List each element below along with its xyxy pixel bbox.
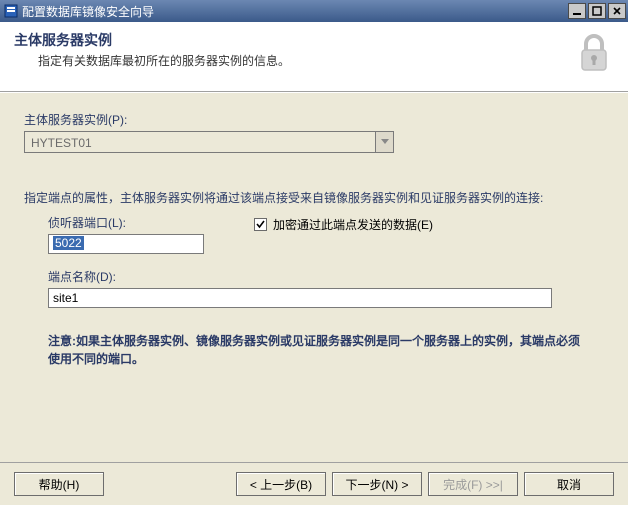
page-heading: 主体服务器实例: [14, 30, 574, 50]
page-subtext: 指定有关数据库最初所在的服务器实例的信息。: [38, 52, 574, 69]
endpoint-name-input[interactable]: [48, 288, 552, 308]
footer: 帮助(H) < 上一步(B) 下一步(N) > 完成(F) >>| 取消: [0, 462, 628, 505]
listener-port-input[interactable]: 5022: [48, 234, 204, 254]
back-button[interactable]: < 上一步(B): [236, 472, 326, 496]
listener-port-label: 侦听器端口(L):: [48, 214, 204, 231]
close-button[interactable]: [608, 3, 626, 19]
window-controls: [568, 3, 626, 19]
maximize-button[interactable]: [588, 3, 606, 19]
instance-label: 主体服务器实例(P):: [24, 111, 604, 128]
window-title: 配置数据库镜像安全向导: [22, 3, 568, 20]
help-button[interactable]: 帮助(H): [14, 472, 104, 496]
cancel-button[interactable]: 取消: [524, 472, 614, 496]
endpoint-desc: 指定端点的属性，主体服务器实例将通过该端点接受来自镜像服务器实例和见证服务器实例…: [24, 189, 604, 206]
encrypt-checkbox-row[interactable]: 加密通过此端点发送的数据(E): [254, 216, 433, 233]
header-panel: 主体服务器实例 指定有关数据库最初所在的服务器实例的信息。: [0, 22, 628, 92]
minimize-button[interactable]: [568, 3, 586, 19]
chevron-down-icon: [375, 132, 393, 152]
instance-value: HYTEST01: [25, 132, 375, 152]
listener-port-value: 5022: [53, 236, 84, 250]
finish-button: 完成(F) >>|: [428, 472, 518, 496]
app-icon: [4, 4, 18, 18]
next-button[interactable]: 下一步(N) >: [332, 472, 422, 496]
titlebar: 配置数据库镜像安全向导: [0, 0, 628, 22]
encrypt-label: 加密通过此端点发送的数据(E): [273, 216, 433, 233]
encrypt-checkbox[interactable]: [254, 218, 267, 231]
endpoint-name-label: 端点名称(D):: [48, 268, 604, 285]
note-text: 注意:如果主体服务器实例、镜像服务器实例或见证服务器实例是同一个服务器上的实例，…: [48, 332, 588, 368]
instance-select: HYTEST01: [24, 131, 394, 153]
body-panel: 主体服务器实例(P): HYTEST01 指定端点的属性，主体服务器实例将通过该…: [0, 92, 628, 462]
lock-icon: [574, 30, 614, 76]
